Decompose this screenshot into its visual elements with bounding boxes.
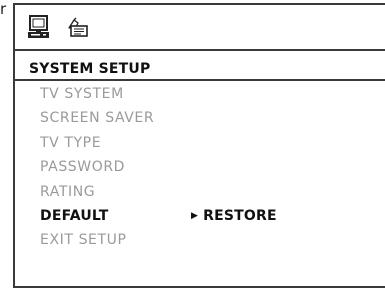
preferences-icon[interactable] (67, 17, 89, 41)
cropped-edge-text: r (0, 0, 7, 18)
title-divider (15, 79, 385, 81)
menu-item-default-label: DEFAULT (40, 207, 109, 224)
submenu-restore-option[interactable]: ▶ RESTORE (191, 206, 277, 226)
arrow-right-icon: ▶ (191, 210, 199, 221)
menu-item-tv-type[interactable]: TV TYPE (40, 133, 154, 157)
menu-item-screen-saver[interactable]: SCREEN SAVER (40, 108, 154, 132)
menu-list: TV SYSTEM SCREEN SAVER TV TYPE PASSWORD … (40, 84, 277, 255)
menu-item-tv-system[interactable]: TV SYSTEM (40, 84, 154, 108)
submenu-option-label: RESTORE (203, 207, 277, 224)
menu-icon-bar (15, 5, 385, 51)
system-setup-icon[interactable] (28, 15, 50, 43)
menu-item-default[interactable]: DEFAULT ▶ RESTORE (40, 206, 277, 230)
menu-title: SYSTEM SETUP (29, 61, 151, 77)
menu-item-exit-setup[interactable]: EXIT SETUP (40, 230, 154, 254)
menu-item-rating[interactable]: RATING (40, 182, 154, 206)
screen: r SYSTEM SETUP TV SYSTEM SCREEN SAVER TV… (0, 0, 385, 290)
menu-item-password[interactable]: PASSWORD (40, 157, 154, 181)
setup-menu-window: SYSTEM SETUP TV SYSTEM SCREEN SAVER TV T… (13, 3, 385, 288)
